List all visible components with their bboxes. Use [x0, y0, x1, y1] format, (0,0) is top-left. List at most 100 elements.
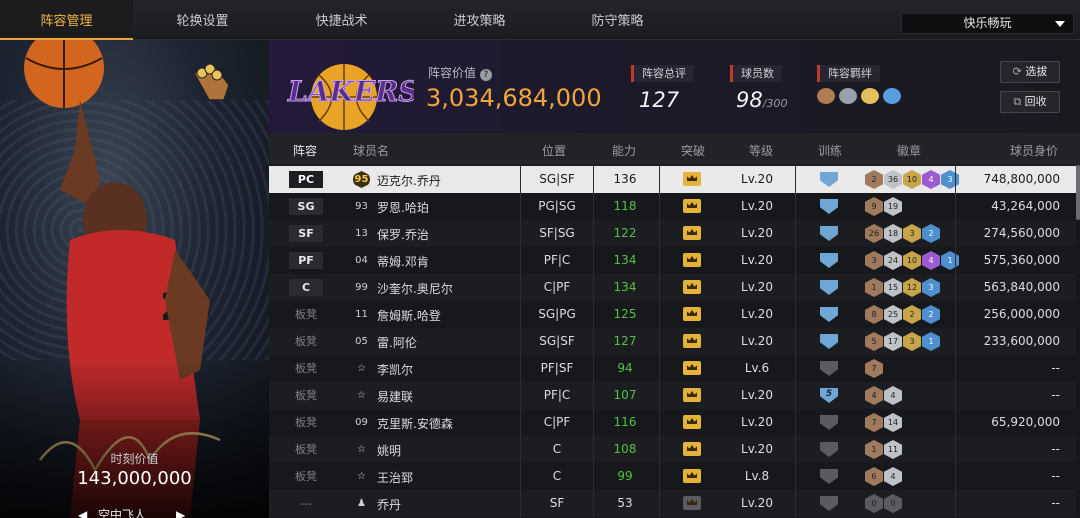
- badge-icon[interactable]: 2: [903, 305, 921, 324]
- badge-group[interactable]: 7: [865, 359, 883, 378]
- table-row[interactable]: 板凳 09 克里斯.安德森 C|PF 116 Lv.20 7 14 65,920,…: [269, 409, 1076, 436]
- badge-icon[interactable]: 7: [865, 359, 883, 378]
- badge-group[interactable]: 26 18 3 2: [865, 224, 940, 243]
- player-name[interactable]: 姚明: [377, 442, 401, 459]
- badge-icon[interactable]: 8: [865, 305, 883, 324]
- training-shield-icon[interactable]: [820, 334, 838, 349]
- player-name[interactable]: 迈克尔.乔丹: [377, 172, 441, 189]
- badge-icon[interactable]: 2: [922, 305, 940, 324]
- tab-rotation[interactable]: 轮换设置: [136, 0, 269, 40]
- badge-icon[interactable]: 4: [884, 467, 902, 486]
- player-name[interactable]: 雷.阿伦: [377, 334, 417, 351]
- badge-icon[interactable]: 12: [903, 278, 921, 297]
- training-shield-icon[interactable]: [820, 199, 838, 214]
- bond-blue-icon[interactable]: [883, 88, 901, 104]
- training-shield-icon[interactable]: [820, 469, 838, 484]
- badge-icon[interactable]: 2: [865, 170, 883, 189]
- bond-gold-icon[interactable]: [861, 88, 879, 104]
- badge-icon[interactable]: 4: [922, 170, 940, 189]
- crown-icon[interactable]: [683, 496, 701, 510]
- badge-icon[interactable]: 3: [922, 278, 940, 297]
- badge-group[interactable]: 8 25 2 2: [865, 305, 940, 324]
- table-row[interactable]: 板凳 ☆ 姚明 C 108 Lv.20 1 11 --: [269, 436, 1076, 463]
- card-next-arrow[interactable]: ▶: [176, 508, 185, 518]
- training-shield-icon[interactable]: 5: [820, 388, 838, 403]
- badge-group[interactable]: 44: [865, 386, 902, 405]
- crown-icon[interactable]: [683, 280, 701, 294]
- tab-lineup[interactable]: 阵容管理: [0, 0, 133, 40]
- table-row[interactable]: 板凳 ☆ 易建联 PF|C 107 Lv.20 5 44 --: [269, 382, 1076, 409]
- badge-group[interactable]: 64: [865, 467, 902, 486]
- badge-icon[interactable]: 4: [922, 251, 940, 270]
- training-shield-icon[interactable]: [820, 415, 838, 430]
- crown-icon[interactable]: [683, 226, 701, 240]
- badge-icon[interactable]: 26: [865, 224, 883, 243]
- badge-icon[interactable]: 3: [903, 332, 921, 351]
- player-name[interactable]: 克里斯.安德森: [377, 415, 453, 432]
- crown-icon[interactable]: [683, 172, 701, 186]
- crown-icon[interactable]: [683, 253, 701, 267]
- badge-icon[interactable]: 10: [903, 251, 921, 270]
- badge-icon[interactable]: 18: [884, 224, 902, 243]
- badge-icon[interactable]: 9: [865, 197, 883, 216]
- crown-icon[interactable]: [683, 361, 701, 375]
- crown-icon[interactable]: [683, 334, 701, 348]
- tab-offense[interactable]: 进攻策略: [413, 0, 546, 40]
- badge-group[interactable]: 00: [865, 494, 902, 513]
- badge-icon[interactable]: 3: [903, 224, 921, 243]
- table-row[interactable]: SF 13 保罗.乔治 SF|SG 122 Lv.20 26 18 3 2 274,5…: [269, 220, 1076, 247]
- table-scrollbar[interactable]: [1076, 165, 1080, 220]
- training-shield-icon[interactable]: [820, 361, 838, 376]
- training-shield-icon[interactable]: [820, 307, 838, 322]
- player-name[interactable]: 保罗.乔治: [377, 226, 429, 243]
- training-shield-icon[interactable]: [820, 253, 838, 268]
- badge-icon[interactable]: 36: [884, 170, 902, 189]
- badge-icon[interactable]: 5: [865, 332, 883, 351]
- badge-icon[interactable]: 19: [884, 197, 902, 216]
- crown-icon[interactable]: [683, 415, 701, 429]
- table-row[interactable]: PF 04 蒂姆.邓肯 PF|C 134 Lv.20 3 24 10 4 1 575,3…: [269, 247, 1076, 274]
- badge-icon[interactable]: 6: [865, 467, 883, 486]
- badge-icon[interactable]: 1: [922, 332, 940, 351]
- training-shield-icon[interactable]: [820, 226, 838, 241]
- crown-icon[interactable]: [683, 442, 701, 456]
- table-row[interactable]: PC 95 迈克尔.乔丹 SG|SF 136 Lv.20 2 36 10 4 3 748…: [269, 166, 1076, 193]
- badge-icon[interactable]: 0: [865, 494, 883, 513]
- training-shield-icon[interactable]: [820, 172, 838, 187]
- badge-group[interactable]: 1 11: [865, 440, 902, 459]
- badge-icon[interactable]: 11: [884, 440, 902, 459]
- badge-icon[interactable]: 1: [865, 440, 883, 459]
- card-prev-arrow[interactable]: ◀: [78, 508, 87, 518]
- badge-icon[interactable]: 17: [884, 332, 902, 351]
- player-name[interactable]: 李凯尔: [377, 361, 413, 378]
- badge-icon[interactable]: 4: [865, 386, 883, 405]
- tab-tactics[interactable]: 快捷战术: [275, 0, 408, 40]
- badge-icon[interactable]: 7: [865, 413, 883, 432]
- recycle-button[interactable]: ⧉ 回收: [1000, 91, 1060, 113]
- crown-icon[interactable]: [683, 388, 701, 402]
- badge-icon[interactable]: 2: [922, 224, 940, 243]
- player-name[interactable]: 沙奎尔.奥尼尔: [377, 280, 453, 297]
- badge-group[interactable]: 5 17 3 1: [865, 332, 940, 351]
- player-name[interactable]: 易建联: [377, 388, 413, 405]
- bond-silver-icon[interactable]: [839, 88, 857, 104]
- crown-icon[interactable]: [683, 469, 701, 483]
- badge-icon[interactable]: 1: [865, 278, 883, 297]
- bond-bronze-icon[interactable]: [817, 88, 835, 104]
- table-row[interactable]: 板凳 ☆ 李凯尔 PF|SF 94 Lv.6 7 --: [269, 355, 1076, 382]
- training-shield-icon[interactable]: [820, 280, 838, 295]
- table-row[interactable]: 板凳 05 雷.阿伦 SG|SF 127 Lv.20 5 17 3 1 233,600…: [269, 328, 1076, 355]
- table-row[interactable]: C 99 沙奎尔.奥尼尔 C|PF 134 Lv.20 1 15 12 3 563,8…: [269, 274, 1076, 301]
- badge-icon[interactable]: 0: [884, 494, 902, 513]
- crown-icon[interactable]: [683, 307, 701, 321]
- table-row[interactable]: SG 93 罗恩.哈珀 PG|SG 118 Lv.20 9 19 43,264,0…: [269, 193, 1076, 220]
- mode-dropdown[interactable]: 快乐畅玩: [901, 13, 1074, 34]
- badge-icon[interactable]: 10: [903, 170, 921, 189]
- badge-icon[interactable]: 3: [865, 251, 883, 270]
- badge-icon[interactable]: 15: [884, 278, 902, 297]
- table-row[interactable]: --- ♟ 乔丹 SF 53 Lv.20 00 --: [269, 490, 1076, 517]
- badge-icon[interactable]: 25: [884, 305, 902, 324]
- player-name[interactable]: 蒂姆.邓肯: [377, 253, 429, 270]
- crown-icon[interactable]: [683, 199, 701, 213]
- training-shield-icon[interactable]: [820, 442, 838, 457]
